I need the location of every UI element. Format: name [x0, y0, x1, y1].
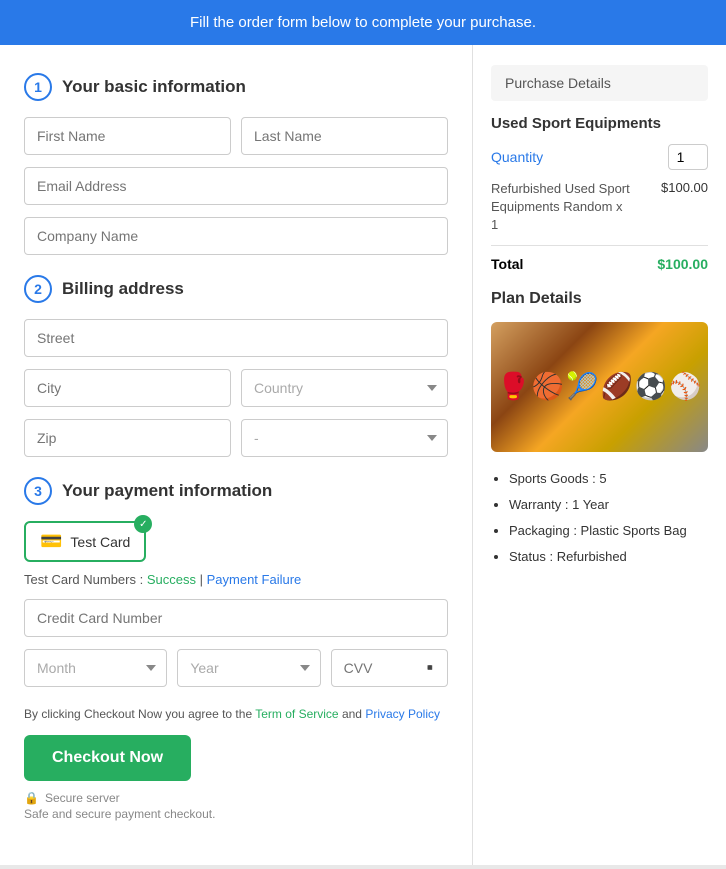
cc-number-input[interactable] — [24, 599, 448, 637]
page-wrapper: Fill the order form below to complete yo… — [0, 0, 726, 865]
terms-text: By clicking Checkout Now you agree to th… — [24, 707, 448, 721]
credit-card-icon: 💳 — [40, 531, 62, 552]
top-banner: Fill the order form below to complete yo… — [0, 0, 726, 45]
state-select[interactable]: - — [241, 419, 448, 457]
street-row — [24, 319, 448, 357]
month-select[interactable]: Month — [24, 649, 167, 687]
sports-icons: 🥊🏀🎾 🏈⚽⚾ — [497, 371, 701, 402]
card-label: Test Card — [70, 534, 130, 550]
email-row — [24, 167, 448, 205]
cvv-card-icon: ▪️ — [420, 658, 440, 678]
line-item-label: Refurbished Used Sport Equipments Random… — [491, 180, 631, 235]
quantity-input[interactable] — [668, 144, 708, 170]
section-number-3: 3 — [24, 477, 52, 505]
privacy-link[interactable]: Privacy Policy — [365, 707, 440, 721]
cc-number-row — [24, 599, 448, 637]
section-payment: 3 Your payment information ✓ 💳 Test Card… — [24, 477, 448, 687]
card-option[interactable]: ✓ 💳 Test Card — [24, 521, 146, 562]
section-title-billing: Billing address — [62, 279, 184, 299]
basic-info-header: 1 Your basic information — [24, 73, 448, 101]
line-item: Refurbished Used Sport Equipments Random… — [491, 180, 708, 235]
section-number-1: 1 — [24, 73, 52, 101]
test-card-failure-link[interactable]: Payment Failure — [207, 572, 302, 587]
plan-detail-item: Packaging : Plastic Sports Bag — [509, 518, 708, 544]
secure-label: Secure server — [45, 791, 120, 805]
product-title: Used Sport Equipments — [491, 115, 708, 132]
section-billing: 2 Billing address Country - — [24, 275, 448, 457]
sports-image: 🥊🏀🎾 🏈⚽⚾ — [491, 322, 708, 452]
total-price: $100.00 — [657, 256, 708, 272]
first-name-input[interactable] — [24, 117, 231, 155]
plan-details-title: Plan Details — [491, 290, 708, 308]
main-content: 1 Your basic information 2 Billi — [0, 45, 726, 865]
country-select[interactable]: Country — [241, 369, 448, 407]
city-country-row: Country — [24, 369, 448, 407]
purchase-details-header: Purchase Details — [491, 65, 708, 101]
banner-text: Fill the order form below to complete yo… — [190, 14, 536, 31]
terms-conjunction: and — [342, 707, 362, 721]
tos-link[interactable]: Term of Service — [255, 707, 338, 721]
last-name-input[interactable] — [241, 117, 448, 155]
zip-state-row: - — [24, 419, 448, 457]
street-input[interactable] — [24, 319, 448, 357]
plan-detail-item: Status : Refurbished — [509, 544, 708, 570]
line-item-price: $100.00 — [661, 180, 708, 195]
section-title-payment: Your payment information — [62, 481, 272, 501]
cvv-wrapper: ▪️ — [331, 649, 448, 687]
plan-detail-item: Sports Goods : 5 — [509, 466, 708, 492]
quantity-row: Quantity — [491, 144, 708, 170]
lock-icon: 🔒 — [24, 791, 39, 805]
plan-details-list: Sports Goods : 5Warranty : 1 YearPackagi… — [491, 466, 708, 570]
terms-prefix: By clicking Checkout Now you agree to th… — [24, 707, 252, 721]
left-panel: 1 Your basic information 2 Billi — [0, 45, 473, 865]
quantity-label: Quantity — [491, 149, 543, 165]
right-panel: Purchase Details Used Sport Equipments Q… — [473, 45, 726, 865]
email-input[interactable] — [24, 167, 448, 205]
billing-header: 2 Billing address — [24, 275, 448, 303]
company-input[interactable] — [24, 217, 448, 255]
payment-header: 3 Your payment information — [24, 477, 448, 505]
safe-text: Safe and secure payment checkout. — [24, 807, 448, 821]
total-label: Total — [491, 256, 523, 272]
city-input[interactable] — [24, 369, 231, 407]
test-card-success-link[interactable]: Success — [147, 572, 196, 587]
section-title-basic-info: Your basic information — [62, 77, 246, 97]
section-number-2: 2 — [24, 275, 52, 303]
plan-detail-item: Warranty : 1 Year — [509, 492, 708, 518]
card-check-icon: ✓ — [134, 515, 152, 533]
test-card-prefix: Test Card Numbers : — [24, 572, 143, 587]
secure-line: 🔒 Secure server — [24, 791, 448, 805]
zip-input[interactable] — [24, 419, 231, 457]
test-card-separator: | — [200, 572, 203, 587]
year-select[interactable]: Year — [177, 649, 320, 687]
section-basic-info: 1 Your basic information — [24, 73, 448, 255]
expiry-cvv-row: Month Year ▪️ — [24, 649, 448, 687]
company-row — [24, 217, 448, 255]
test-card-line: Test Card Numbers : Success | Payment Fa… — [24, 572, 448, 587]
name-row — [24, 117, 448, 155]
checkout-button[interactable]: Checkout Now — [24, 735, 191, 781]
total-row: Total $100.00 — [491, 245, 708, 272]
